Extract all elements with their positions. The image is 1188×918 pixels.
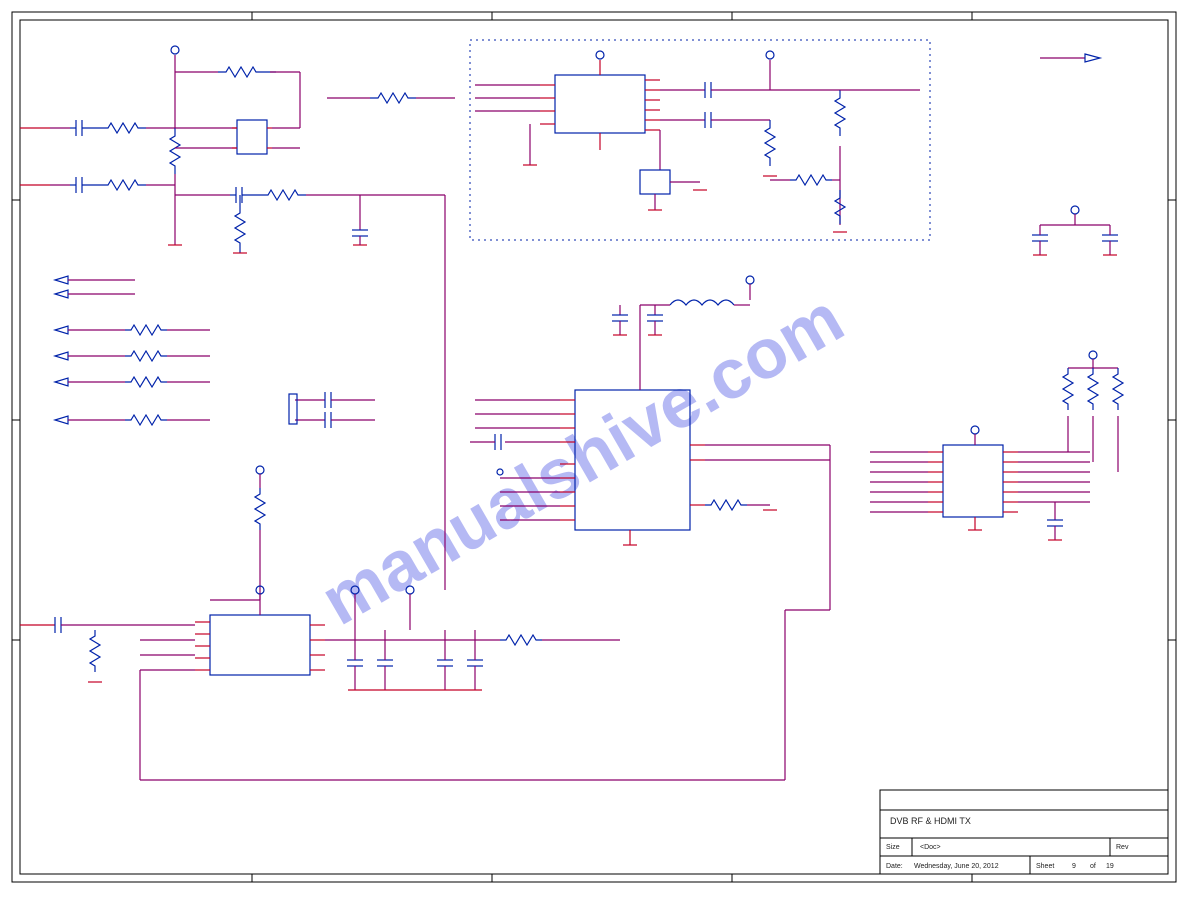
watermark: manualshive.com [308,279,856,640]
top-right-port [1040,54,1100,62]
titleblock-sheetlabel: Sheet [1036,863,1054,870]
right-cap-pair [1032,206,1118,255]
titleblock-datelabel: Date: [886,863,903,870]
top-mid-r [327,93,455,103]
dashed-block [470,40,930,240]
titleblock-size: Size [886,844,900,851]
titleblock-revlabel: Rev [1116,844,1129,851]
titleblock-doc: <Doc> [920,844,941,851]
titleblock-sheetof: of [1090,863,1096,870]
titleblock-date: Wednesday, June 20, 2012 [914,863,999,870]
right-pullups [1063,351,1123,472]
right-ic-block [870,426,1090,540]
titleblock-sheetnum: 9 [1072,863,1076,870]
titleblock-title: DVB RF & HDMI TX [890,816,971,826]
top-left-block [20,46,445,590]
schematic-canvas: manualshive.com [0,0,1188,918]
tuner-block [20,586,785,780]
left-mid-pullup [210,466,265,600]
left-mid-ports [55,276,210,425]
title-block: DVB RF & HDMI TX Size <Doc> Rev Date: We… [880,790,1168,874]
titleblock-sheettotal: 19 [1106,863,1114,870]
mid-cap-pair [289,392,375,428]
